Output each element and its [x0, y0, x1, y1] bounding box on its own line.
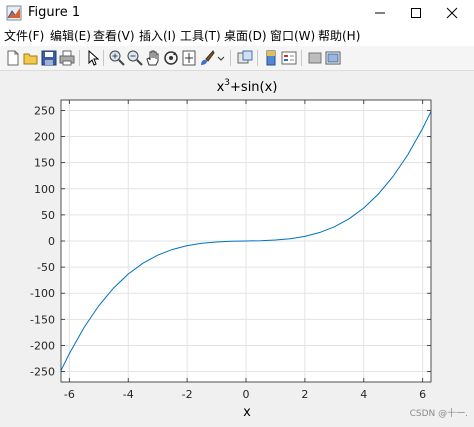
y-tick-label: 200 [34, 131, 55, 144]
new-figure-icon[interactable] [4, 49, 22, 67]
x-tick-label: 2 [301, 388, 308, 401]
toolbar-separator [257, 50, 258, 66]
colorbar-icon[interactable] [262, 49, 280, 67]
toolbar-separator [230, 50, 231, 66]
menu-tools[interactable]: 工具(T) [180, 28, 221, 44]
close-icon [446, 7, 458, 19]
plot-title: x3+sin(x) [217, 78, 278, 95]
x-tick-label: 6 [419, 388, 426, 401]
y-tick-label: -100 [30, 287, 55, 300]
axes-plot[interactable]: x3+sin(x) -6 -4 -2 0 2 4 6 -250 -200 -150 -100 -50 0… [0, 71, 474, 423]
menu-help[interactable]: 帮助(H) [318, 28, 360, 44]
minimize-icon [375, 12, 385, 14]
x-tick-label: 0 [243, 388, 250, 401]
minimize-button[interactable] [362, 0, 398, 26]
watermark: CSDN @十一. [410, 407, 468, 419]
x-tick-label: 4 [360, 388, 367, 401]
menu-bar: 文件(F) 编辑(E) 查看(V) 插入(I) 工具(T) 桌面(D) 窗口(W… [0, 26, 474, 46]
toolbar-separator [79, 50, 80, 66]
title-bar: Figure 1 [0, 0, 474, 26]
toolbar [0, 46, 474, 71]
edit-plot-arrow-icon[interactable] [84, 49, 102, 67]
y-tick-label: -150 [30, 313, 55, 326]
window-title: Figure 1 [28, 5, 81, 20]
link-plot-icon[interactable] [236, 49, 254, 67]
menu-file[interactable]: 文件(F) [4, 28, 44, 44]
rotate-3d-icon[interactable] [162, 49, 180, 67]
save-icon[interactable] [40, 49, 58, 67]
y-tick-label: -200 [30, 339, 55, 352]
x-tick-label: -6 [64, 388, 75, 401]
maximize-button[interactable] [398, 0, 434, 26]
figure-window: Figure 1 文件(F) 编辑(E) 查看(V) 插入(I) 工具(T) 桌… [0, 0, 474, 423]
y-tick-label: -250 [30, 366, 55, 379]
y-tick-label: -50 [37, 261, 55, 274]
menu-window[interactable]: 窗口(W) [270, 28, 315, 44]
x-tick-label: -2 [182, 388, 193, 401]
x-axis-label: x [243, 405, 251, 420]
brush-icon[interactable] [198, 49, 216, 67]
menu-edit[interactable]: 编辑(E) [50, 28, 91, 44]
hide-plot-tools-icon[interactable] [306, 49, 324, 67]
toolbar-separator [103, 50, 104, 66]
figure-area: x3+sin(x) -6 -4 -2 0 2 4 6 -250 -200 -150 -100 -50 0… [0, 71, 474, 423]
print-icon[interactable] [58, 49, 76, 67]
matlab-figure-icon [6, 5, 22, 21]
maximize-icon [411, 8, 421, 18]
menu-view[interactable]: 查看(V) [93, 28, 135, 44]
menu-desktop[interactable]: 桌面(D) [224, 28, 267, 44]
y-tick-label: 150 [34, 157, 55, 170]
y-tick-label: 50 [41, 209, 55, 222]
y-tick-label: 0 [48, 235, 55, 248]
x-tick-label: -4 [123, 388, 134, 401]
y-tick-label: 250 [34, 104, 55, 117]
y-tick-label: 100 [34, 183, 55, 196]
data-cursor-icon[interactable] [180, 49, 198, 67]
zoom-in-icon[interactable] [108, 49, 126, 67]
zoom-out-icon[interactable] [126, 49, 144, 67]
pan-hand-icon[interactable] [144, 49, 162, 67]
show-plot-tools-icon[interactable] [324, 49, 342, 67]
chevron-down-icon[interactable] [216, 49, 226, 67]
toolbar-separator [301, 50, 302, 66]
menu-insert[interactable]: 插入(I) [139, 28, 176, 44]
legend-icon[interactable] [280, 49, 298, 67]
open-file-icon[interactable] [22, 49, 40, 67]
close-button[interactable] [434, 0, 470, 26]
